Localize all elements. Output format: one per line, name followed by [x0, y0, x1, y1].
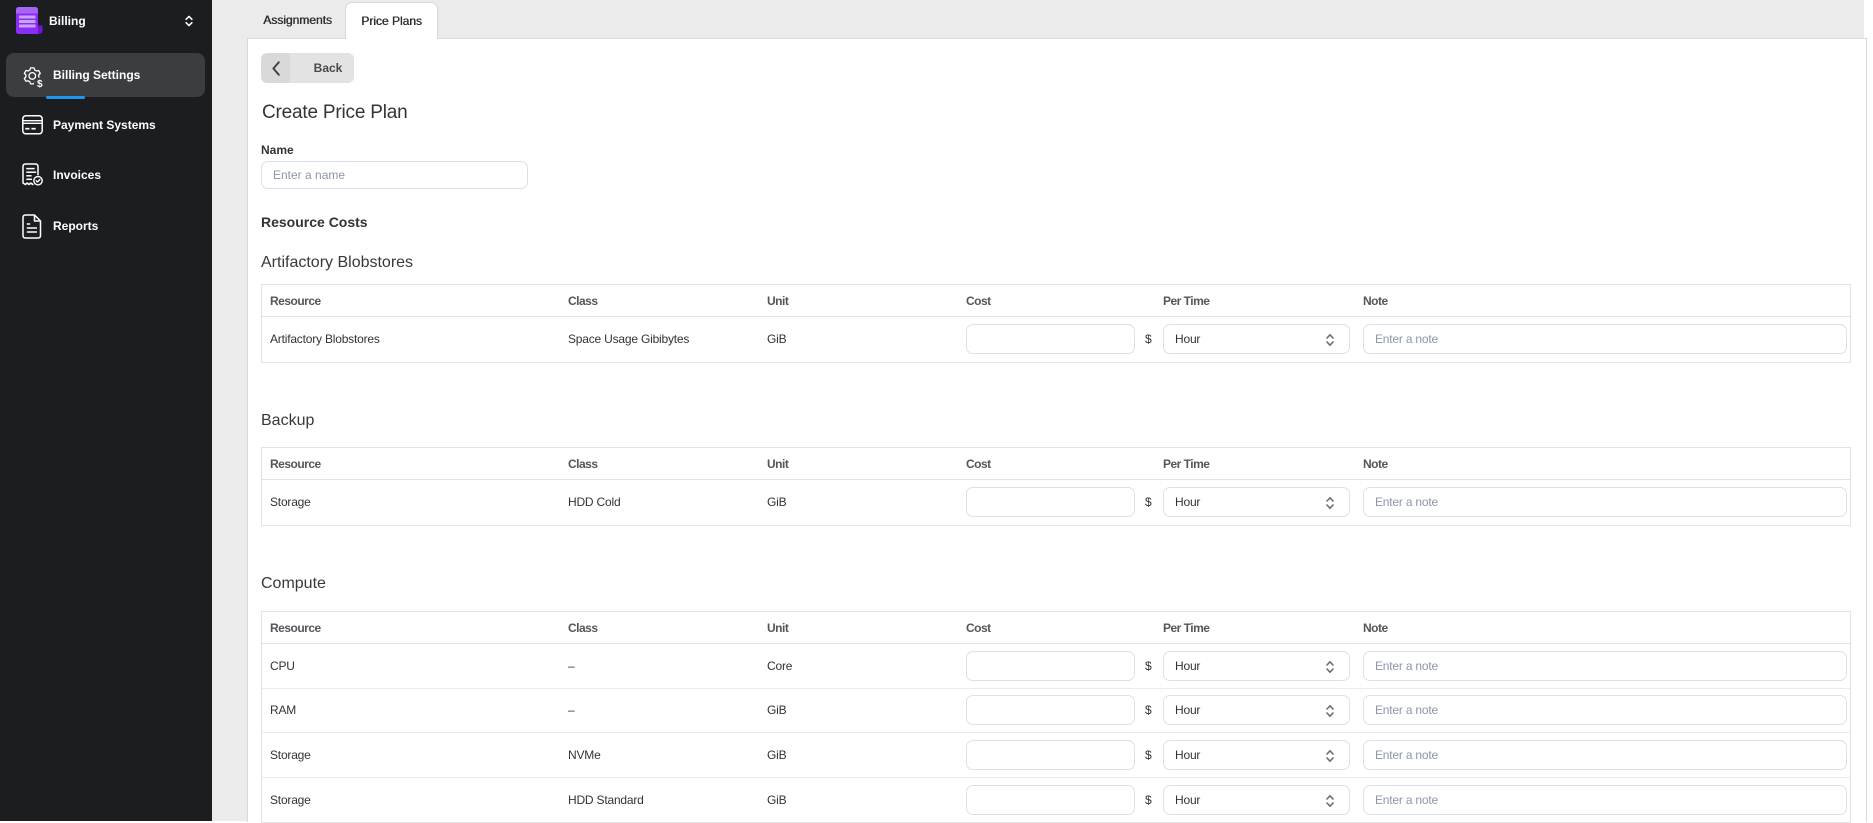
svg-text:$: $ — [37, 79, 43, 89]
